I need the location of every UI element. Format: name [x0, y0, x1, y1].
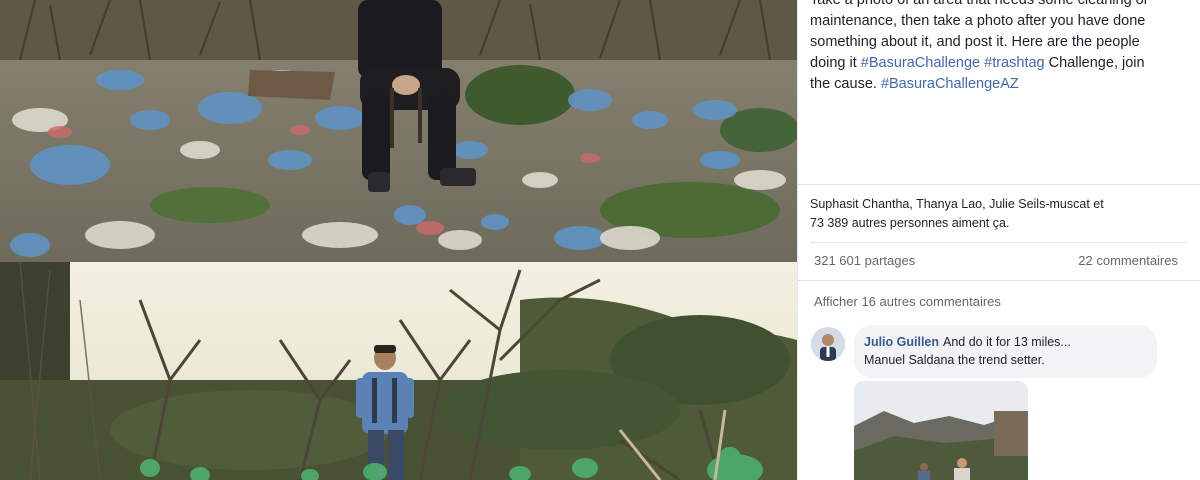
divider: [810, 242, 1188, 243]
hashtag-link[interactable]: #trashtag: [984, 55, 1044, 71]
post-photo[interactable]: [0, 0, 797, 480]
divider: [798, 184, 1200, 185]
caption-line: the cause. #BasuraChallengeAZ: [810, 74, 1180, 95]
comment-author-link[interactable]: Julio Guillen: [864, 335, 939, 349]
caption-text: doing it: [810, 55, 861, 71]
avatar-picture: [811, 327, 845, 361]
avatar[interactable]: [811, 327, 845, 361]
comment-photo-image: [854, 381, 1028, 480]
caption-text: the cause.: [810, 76, 881, 92]
post-sidebar: Take a photo of an area that needs some …: [797, 0, 1200, 480]
comment-photo[interactable]: [854, 381, 1028, 480]
before-after-photo: [0, 0, 797, 480]
caption-line: something about it, and post it. Here ar…: [810, 34, 1140, 50]
reactions-line: 73 389 autres personnes aiment ça.: [810, 216, 1010, 230]
comment-text: Manuel Saldana the trend setter.: [864, 353, 1045, 367]
caption-line: doing it #BasuraChallenge #trashtag Chal…: [810, 53, 1180, 74]
caption-line: Take a photo of an area that needs some …: [810, 0, 1149, 8]
hashtag-link[interactable]: #BasuraChallengeAZ: [881, 76, 1019, 92]
comment-line: Julio Guillen And do it for 13 miles...: [864, 333, 1147, 351]
reactions-line: Suphasit Chantha, Thanya Lao, Julie Seil…: [810, 197, 1104, 211]
caption-line: maintenance, then take a photo after you…: [810, 13, 1146, 29]
caption-text: Challenge, join: [1044, 55, 1145, 71]
view-more-comments-link[interactable]: Afficher 16 autres commentaires: [814, 294, 1001, 309]
after-photo: [0, 261, 797, 480]
before-photo: [0, 0, 797, 262]
hashtag-link[interactable]: #BasuraChallenge: [861, 55, 980, 71]
divider: [798, 280, 1200, 281]
reactions-summary[interactable]: Suphasit Chantha, Thanya Lao, Julie Seil…: [810, 195, 1170, 233]
shares-count[interactable]: 321 601 partages: [814, 253, 915, 268]
comment-bubble: Julio Guillen And do it for 13 miles... M…: [854, 325, 1157, 378]
comment-text: And do it for 13 miles...: [943, 335, 1071, 349]
post-caption: Take a photo of an area that needs some …: [810, 0, 1180, 95]
comments-count[interactable]: 22 commentaires: [1078, 253, 1178, 268]
